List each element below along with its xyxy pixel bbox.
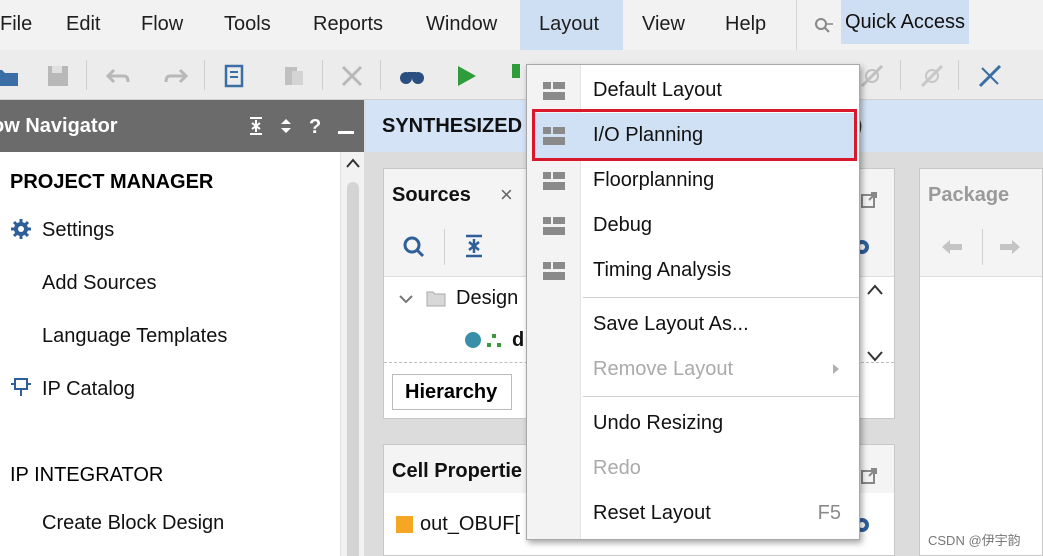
collapse-all-icon[interactable] <box>462 233 486 259</box>
ip-integrator-heading[interactable]: IP INTEGRATOR <box>10 464 163 487</box>
search-icon[interactable] <box>402 235 426 259</box>
svg-text:?: ? <box>309 116 321 137</box>
cell-properties-item-label: out_OBUF[ <box>420 513 521 535</box>
folder-icon <box>426 291 446 307</box>
menubar: File Edit Flow Tools Reports Window Layo… <box>0 0 1043 50</box>
menu-item-save-layout-as[interactable]: Save Layout As... <box>527 302 859 347</box>
run-icon[interactable] <box>452 62 480 90</box>
ip-catalog-icon <box>11 378 31 396</box>
package-header: Package <box>920 169 1042 217</box>
quick-access[interactable]: Quick Access <box>796 0 1043 50</box>
io-planning-highlight <box>532 109 857 161</box>
sources-scrollbar[interactable] <box>854 269 894 379</box>
menu-item-floorplanning[interactable]: Floorplanning <box>527 158 859 203</box>
menu-tools[interactable]: Tools <box>214 0 281 50</box>
search-icon <box>815 18 833 33</box>
nav-language-templates[interactable]: Language Templates <box>42 325 227 348</box>
layout-icon <box>543 217 565 235</box>
quick-access-input[interactable]: Quick Access <box>841 0 970 44</box>
arrow-right-icon[interactable] <box>998 237 1022 257</box>
layout-icon <box>543 82 565 100</box>
chevron-down-icon[interactable] <box>398 293 414 305</box>
tab-hierarchy[interactable]: Hierarchy <box>392 374 512 410</box>
settings-disabled-icon[interactable] <box>858 62 886 90</box>
package-panel: Package <box>919 168 1043 556</box>
delete-icon[interactable] <box>338 62 366 90</box>
layout-icon <box>543 262 565 280</box>
cell-icon <box>396 516 413 533</box>
hierarchy-icon <box>487 334 501 347</box>
nav-add-sources[interactable]: Add Sources <box>42 272 157 295</box>
navigator-scrollbar[interactable] <box>340 152 364 556</box>
menu-item-timing-analysis[interactable]: Timing Analysis <box>527 248 859 293</box>
tree-design-label: Design <box>456 287 519 309</box>
flow-navigator-header: ow Navigator ? <box>0 100 364 152</box>
navigator-scroll-thumb[interactable] <box>347 182 359 556</box>
flow-navigator-body: PROJECT MANAGER Settings Add Sources Lan… <box>0 152 364 556</box>
scroll-up-icon[interactable] <box>866 283 884 297</box>
nav-settings[interactable]: Settings <box>42 219 114 242</box>
menu-item-redo: Redo <box>593 457 641 479</box>
package-title: Package <box>928 184 1010 206</box>
maximize-icon[interactable] <box>860 191 878 209</box>
watermark: CSDN @伊宇韵 <box>928 533 1021 548</box>
menu-item-default-layout[interactable]: Default Layout <box>527 68 859 113</box>
module-dot-icon <box>465 332 481 348</box>
find-icon[interactable] <box>398 62 426 90</box>
submenu-arrow-icon <box>833 364 839 374</box>
scroll-up-icon[interactable] <box>345 156 361 170</box>
scroll-down-icon[interactable] <box>866 349 884 363</box>
paste-icon[interactable] <box>280 62 308 90</box>
menu-separator <box>583 396 859 397</box>
nav-create-block-design[interactable]: Create Block Design <box>42 512 224 535</box>
menu-view[interactable]: View <box>632 0 695 50</box>
collapse-all-icon[interactable] <box>246 115 266 137</box>
menu-item-reset-layout[interactable]: Reset Layout F5 <box>527 491 859 536</box>
expand-collapse-icon[interactable] <box>276 115 296 137</box>
menu-flow[interactable]: Flow <box>131 0 193 50</box>
flow-navigator-title: ow Navigator <box>0 115 118 137</box>
menu-window[interactable]: Window <box>416 0 507 50</box>
arrow-left-icon[interactable] <box>940 237 964 257</box>
menu-item-remove-layout: Remove Layout <box>527 347 859 392</box>
reset-layout-shortcut: F5 <box>817 502 841 524</box>
menu-edit[interactable]: Edit <box>56 0 110 50</box>
help-icon[interactable]: ? <box>306 115 326 137</box>
cell-properties-title: Cell Propertie <box>392 460 523 482</box>
menu-item-undo-resizing[interactable]: Undo Resizing <box>527 401 859 446</box>
sources-title: Sources <box>392 184 471 206</box>
layout-icon <box>543 172 565 190</box>
toolbar <box>0 50 1043 100</box>
menu-help[interactable]: Help <box>715 0 776 50</box>
open-folder-icon[interactable] <box>0 62 20 90</box>
menu-file[interactable]: File <box>0 0 42 50</box>
menu-item-debug[interactable]: Debug <box>527 203 859 248</box>
minimize-icon[interactable] <box>336 115 356 137</box>
maximize-icon[interactable] <box>860 467 878 485</box>
undo-icon[interactable] <box>104 62 132 90</box>
package-toolbar <box>920 217 1042 277</box>
tool-disabled-icon[interactable] <box>918 62 946 90</box>
synthesized-title: SYNTHESIZED <box>382 115 523 137</box>
sources-close-button[interactable]: × <box>500 169 513 221</box>
save-icon[interactable] <box>44 62 72 90</box>
redo-icon[interactable] <box>162 62 190 90</box>
nav-ip-catalog[interactable]: IP Catalog <box>42 378 135 401</box>
copy-icon[interactable] <box>220 62 248 90</box>
gear-icon <box>11 219 31 239</box>
menu-separator <box>583 297 859 298</box>
menu-reports[interactable]: Reports <box>303 0 393 50</box>
menu-layout[interactable]: Layout <box>520 0 623 50</box>
project-manager-heading[interactable]: PROJECT MANAGER <box>10 171 213 194</box>
ruler-cross-icon[interactable] <box>976 62 1004 90</box>
tree-child-label: d <box>512 329 525 351</box>
